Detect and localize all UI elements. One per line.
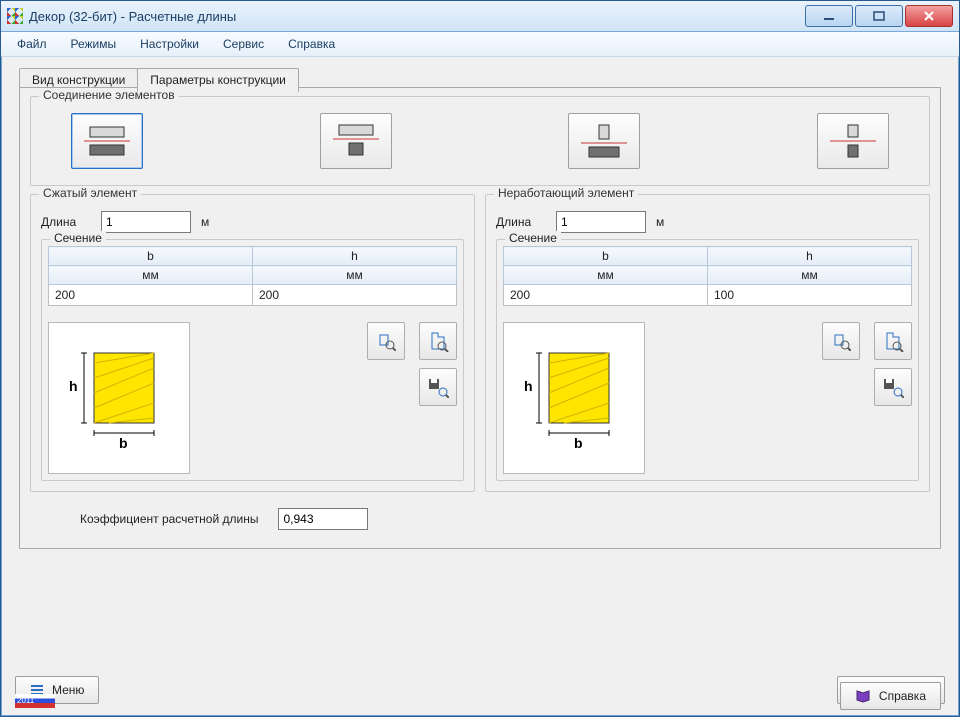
connection-option-4[interactable] (817, 113, 889, 169)
section-table-right: bh мммм 200100 (503, 246, 912, 306)
col-b-left: b (49, 247, 253, 266)
tab-params[interactable]: Параметры конструкции (137, 68, 299, 92)
unit-h-left: мм (253, 266, 457, 285)
window-title: Декор (32-бит) - Расчетные длины (29, 9, 805, 24)
connection-option-3[interactable] (568, 113, 640, 169)
length-label-left: Длина (41, 215, 91, 229)
maximize-button[interactable] (855, 5, 903, 27)
group-idle: Неработающий элемент Длина м Сечение bh … (485, 194, 930, 492)
menubar: Файл Режимы Настройки Сервис Справка (1, 32, 959, 57)
zoom-section-left[interactable] (367, 322, 405, 360)
save-inspect-left[interactable] (419, 368, 457, 406)
inspect-right[interactable] (874, 322, 912, 360)
help-button-label: Справка (879, 689, 926, 703)
group-compressed: Сжатый элемент Длина м Сечение bh мммм 2… (30, 194, 475, 492)
unit-b-left: мм (49, 266, 253, 285)
menu-button-label: Меню (52, 683, 84, 697)
inspect-left[interactable] (419, 322, 457, 360)
section-preview-right: h b (503, 322, 645, 474)
length-label-right: Длина (496, 215, 546, 229)
section-table-left: bh мммм 200200 (48, 246, 457, 306)
menu-service[interactable]: Сервис (213, 35, 274, 53)
tab-page-params: Соединение элементов (19, 87, 941, 549)
menu-modes[interactable]: Режимы (61, 35, 127, 53)
svg-text:b: b (119, 435, 128, 451)
unit-b-right: мм (504, 266, 708, 285)
section-label-left: Сечение (50, 231, 106, 245)
connection-option-2[interactable] (320, 113, 392, 169)
close-button[interactable] (905, 5, 953, 27)
svg-text:h: h (69, 378, 78, 394)
val-b-left[interactable]: 200 (49, 285, 253, 306)
col-h-left: h (253, 247, 457, 266)
coef-label: Коэффициент расчетной длины (80, 512, 258, 526)
help-button[interactable]: Справка (840, 682, 941, 710)
val-b-right[interactable]: 200 (504, 285, 708, 306)
col-b-right: b (504, 247, 708, 266)
client-area: Вид конструкции Параметры конструкции Со… (5, 57, 955, 712)
book-icon (855, 689, 871, 703)
length-input-right[interactable] (556, 211, 646, 233)
section-preview-left: h b (48, 322, 190, 474)
connection-option-1[interactable] (71, 113, 143, 169)
app-window: Декор (32-бит) - Расчетные длины Файл Ре… (0, 0, 960, 717)
group-idle-label: Неработающий элемент (494, 186, 638, 200)
section-label-right: Сечение (505, 231, 561, 245)
save-inspect-right[interactable] (874, 368, 912, 406)
val-h-left[interactable]: 200 (253, 285, 457, 306)
menu-file[interactable]: Файл (7, 35, 57, 53)
menu-help[interactable]: Справка (278, 35, 345, 53)
year-flag: 2011 (15, 694, 55, 708)
svg-text:h: h (524, 378, 533, 394)
zoom-section-right[interactable] (822, 322, 860, 360)
unit-h-right: мм (708, 266, 912, 285)
col-h-right: h (708, 247, 912, 266)
length-unit-right: м (656, 215, 664, 229)
coef-value (278, 508, 368, 530)
group-compressed-label: Сжатый элемент (39, 186, 141, 200)
length-input-left[interactable] (101, 211, 191, 233)
minimize-button[interactable] (805, 5, 853, 27)
length-unit-left: м (201, 215, 209, 229)
menu-settings[interactable]: Настройки (130, 35, 209, 53)
val-h-right[interactable]: 100 (708, 285, 912, 306)
subgroup-section-right: Сечение bh мммм 200100 (496, 239, 919, 481)
titlebar: Декор (32-бит) - Расчетные длины (1, 1, 959, 32)
group-connection: Соединение элементов (30, 96, 930, 186)
app-icon (7, 8, 23, 24)
subgroup-section-left: Сечение bh мммм 200200 (41, 239, 464, 481)
svg-text:b: b (574, 435, 583, 451)
